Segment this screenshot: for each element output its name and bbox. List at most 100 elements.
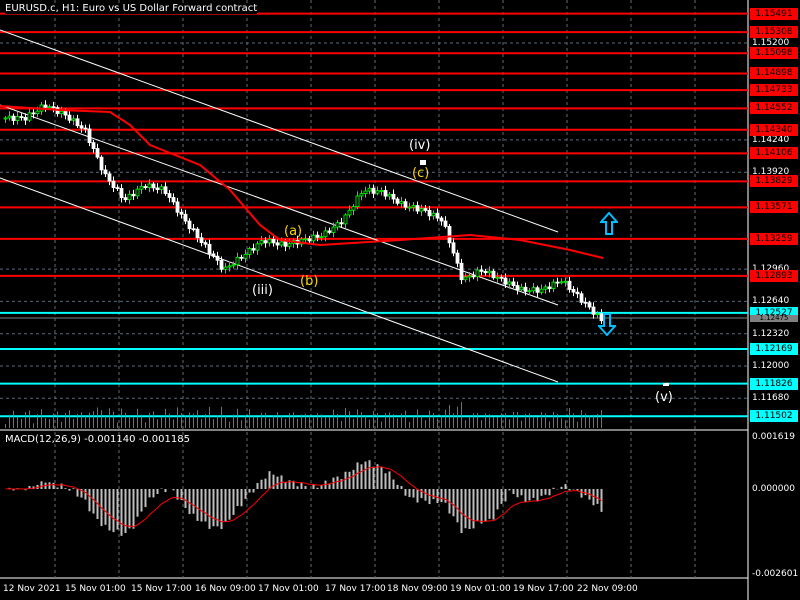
candle-body — [279, 241, 284, 246]
candle-body — [131, 193, 136, 197]
candle-body — [395, 198, 400, 204]
candle-body — [351, 206, 356, 211]
candle-body — [455, 252, 460, 264]
wave-label-b: (b) — [300, 274, 319, 289]
candle-body — [319, 236, 324, 239]
candle-body — [587, 302, 592, 308]
time-label: 15 Nov 17:00 — [131, 584, 192, 594]
candle-body — [59, 110, 64, 115]
candle-body — [143, 186, 148, 188]
candle-body — [127, 193, 132, 201]
candle-body — [511, 281, 516, 286]
candle-body — [35, 110, 40, 115]
candle-body — [271, 238, 276, 244]
candle-body — [191, 228, 196, 231]
candle-body — [551, 281, 556, 290]
candle-body — [499, 276, 504, 279]
candle-body — [431, 212, 436, 217]
candle-body — [303, 238, 308, 241]
candle-body — [523, 286, 528, 292]
candle-body — [467, 275, 472, 278]
candle-body — [51, 106, 56, 109]
candle-body — [367, 187, 372, 192]
time-label: 15 Nov 01:00 — [65, 584, 126, 594]
candle-body — [275, 242, 280, 246]
wave-marker-v — [663, 383, 669, 386]
candle-body — [379, 190, 384, 192]
candle-body — [23, 117, 28, 121]
chart-title: EURUSD.c, H1: Euro vs US Dollar Forward … — [5, 3, 258, 14]
candle-body — [579, 293, 584, 303]
time-label: 17 Nov 01:00 — [258, 584, 319, 594]
candle-body — [419, 208, 424, 212]
candle-body — [535, 287, 540, 293]
candle-body — [255, 243, 260, 251]
candle-body — [475, 269, 480, 278]
resistance-level-label: 1.14552 — [750, 102, 798, 115]
candle-body — [183, 213, 188, 222]
price-tick: 1.12000 — [752, 361, 790, 371]
price-tick: 1.11680 — [752, 393, 790, 404]
candle-body — [403, 201, 408, 208]
candle-body — [11, 115, 16, 121]
candle-body — [487, 270, 492, 274]
price-tick: 1.12640 — [752, 296, 790, 307]
candle-body — [227, 265, 232, 268]
candle-body — [363, 190, 368, 194]
candle-body — [575, 291, 580, 295]
candle-body — [335, 222, 340, 228]
time-label: 19 Nov 17:00 — [513, 584, 574, 594]
candle-body — [375, 190, 380, 194]
candle-body — [63, 110, 68, 116]
candle-body — [95, 148, 100, 158]
candle-body — [251, 248, 256, 251]
candle-body — [99, 156, 104, 171]
candle-body — [463, 276, 468, 281]
chart-canvas[interactable] — [0, 0, 800, 600]
candle-body — [323, 230, 328, 238]
wave-label-iii: (iii) — [252, 283, 273, 298]
candle-body — [103, 169, 108, 175]
resistance-level-label: 1.14340 — [750, 123, 798, 136]
candle-body — [527, 290, 532, 293]
support-level-label: 1.11826 — [750, 377, 798, 390]
candle-body — [435, 212, 440, 219]
candle-body — [75, 118, 80, 127]
candle-body — [19, 116, 24, 118]
candle-body — [543, 286, 548, 290]
resistance-level-label: 1.15308 — [750, 26, 798, 39]
support-level-label: 1.11502 — [750, 410, 798, 423]
candle-body — [135, 188, 140, 197]
time-label: 22 Nov 09:00 — [577, 584, 638, 594]
candle-body — [287, 243, 292, 247]
resistance-level-label: 1.13571 — [750, 201, 798, 214]
candle-body — [203, 242, 208, 245]
candle-body — [79, 125, 84, 129]
candle-body — [491, 270, 496, 279]
candle-body — [519, 286, 524, 291]
candle-body — [67, 114, 72, 121]
time-label: 19 Nov 01:00 — [450, 584, 511, 594]
candle-body — [199, 237, 204, 244]
candle-body — [387, 193, 392, 197]
resistance-level-label: 1.12893 — [750, 269, 798, 282]
candle-body — [339, 222, 344, 225]
support-level-label: 1.12169 — [750, 342, 798, 355]
resistance-level-label: 1.13259 — [750, 232, 798, 245]
channel-trendline — [0, 29, 559, 233]
macd-signal-line — [5, 466, 602, 528]
candle-body — [155, 187, 160, 190]
candle-body — [315, 234, 320, 238]
candle-body — [219, 259, 224, 270]
macd-label: MACD(12,26,9) -0.001140 -0.001185 — [5, 434, 190, 445]
candle-body — [559, 281, 564, 284]
candle-body — [591, 306, 596, 315]
candle-body — [91, 142, 96, 149]
candle-body — [235, 256, 240, 266]
candle-body — [439, 217, 444, 222]
candle-body — [123, 197, 128, 201]
resistance-level-label: 1.15491 — [750, 7, 798, 20]
candle-body — [47, 106, 52, 109]
candle-body — [311, 234, 316, 242]
candle-body — [355, 195, 360, 207]
